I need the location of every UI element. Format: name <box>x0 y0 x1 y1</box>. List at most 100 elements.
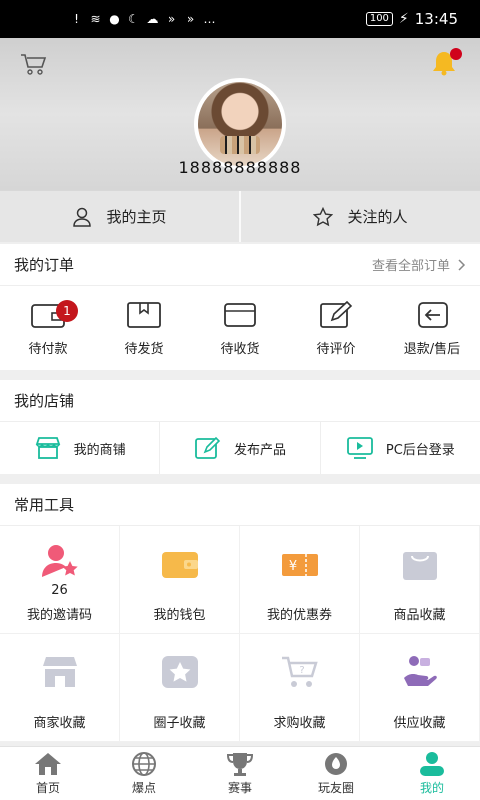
hand-icon <box>403 656 437 686</box>
battery-icon: 100 <box>365 12 393 26</box>
wifi-icon: ≋ <box>90 11 101 26</box>
bell-icon[interactable] <box>430 48 462 76</box>
status-bar: ! ≋ ● ☾ ☁ » » … 100 ⚡ 13:45 <box>0 0 480 38</box>
coupon-icon: ¥ <box>281 554 318 576</box>
tools-grid: 26 我的邀请码 我的钱包 ¥ 我的优惠券 商品收藏 商家收藏 圈子收藏 ? 求… <box>0 526 480 742</box>
order-pending-review-label: 待评价 <box>316 341 356 357</box>
order-pending-review[interactable]: 待评价 <box>288 286 384 370</box>
view-all-label: 查看全部订单 <box>371 259 450 274</box>
nav-home[interactable]: 首页 <box>0 747 96 800</box>
publish-product-button[interactable]: 发布产品 <box>159 422 319 474</box>
user-phone: 18888888888 <box>178 158 302 177</box>
circle-favorites-label: 圈子收藏 <box>153 716 206 731</box>
purchase-favorites-tool[interactable]: ? 求购收藏 <box>240 634 360 742</box>
box-icon <box>127 301 161 328</box>
merchant-favorites-label: 商家收藏 <box>33 716 86 731</box>
cart-icon[interactable] <box>20 52 48 76</box>
profile-tabs: 我的主页 关注的人 <box>0 190 480 242</box>
notification-dot <box>450 48 462 60</box>
following-label: 关注的人 <box>347 208 408 226</box>
clock: 13:45 <box>414 10 458 28</box>
coupon-label: 我的优惠券 <box>266 608 332 623</box>
wallet-icon <box>161 552 198 578</box>
invite-count: 26 <box>51 583 68 598</box>
circle-favorites-tool[interactable]: 圈子收藏 <box>120 634 240 742</box>
pc-admin-login-button[interactable]: PC后台登录 <box>319 422 480 474</box>
nav-home-label: 首页 <box>35 781 60 795</box>
purchase-favorites-label: 求购收藏 <box>273 716 326 731</box>
tools-section: 常用工具 26 我的邀请码 我的钱包 ¥ 我的优惠券 商品收藏 商家收藏 圈子收… <box>0 484 480 742</box>
wallet-tool[interactable]: 我的钱包 <box>120 526 240 634</box>
invite-icon <box>41 545 78 577</box>
order-refund[interactable]: 退款/售后 <box>384 286 480 370</box>
tools-header: 常用工具 <box>0 484 480 526</box>
shop-title: 我的店铺 <box>14 392 75 410</box>
nav-hot-label: 爆点 <box>131 781 156 795</box>
app-icon: » <box>186 11 195 26</box>
bag-icon <box>402 552 437 580</box>
edit-icon <box>195 436 221 459</box>
my-store-button[interactable]: 我的商铺 <box>0 422 159 474</box>
star-outline-icon <box>313 206 334 226</box>
avatar[interactable] <box>194 78 286 170</box>
return-icon <box>418 301 448 328</box>
invite-code-label: 我的邀请码 <box>26 608 92 623</box>
nav-circle-label: 玩友圈 <box>317 781 354 795</box>
shop-row: 我的商铺 发布产品 PC后台登录 <box>0 422 480 474</box>
order-pending-receipt[interactable]: 待收货 <box>192 286 288 370</box>
svg-text:¥: ¥ <box>288 559 296 574</box>
my-homepage-label: 我的主页 <box>106 208 167 226</box>
shop-header: 我的店铺 <box>0 380 480 422</box>
store-icon <box>35 437 60 459</box>
globe-icon <box>132 752 156 776</box>
publish-product-label: 发布产品 <box>233 442 286 458</box>
nav-circle[interactable]: 玩友圈 <box>288 747 384 800</box>
wallet-label: 我的钱包 <box>153 608 206 623</box>
view-all-orders-link[interactable]: 查看全部订单 <box>372 255 466 274</box>
order-pending-shipment-label: 待发货 <box>124 341 164 357</box>
my-store-label: 我的商铺 <box>73 442 126 458</box>
home-icon <box>35 753 61 775</box>
order-refund-label: 退款/售后 <box>403 341 461 357</box>
merchant-favorites-tool[interactable]: 商家收藏 <box>0 634 120 742</box>
star-box-icon <box>161 656 198 688</box>
nav-mine[interactable]: 我的 <box>384 747 480 800</box>
nav-events[interactable]: 赛事 <box>192 747 288 800</box>
following-button[interactable]: 关注的人 <box>239 191 480 242</box>
order-pending-payment[interactable]: 待付款 1 <box>0 286 96 370</box>
nav-events-label: 赛事 <box>227 781 252 795</box>
nav-mine-label: 我的 <box>419 781 444 795</box>
coupon-tool[interactable]: ¥ 我的优惠券 <box>240 526 360 634</box>
orders-header: 我的订单 查看全部订单 <box>0 244 480 286</box>
card-icon <box>224 302 256 327</box>
trophy-icon <box>226 753 254 776</box>
order-count-badge: 1 <box>56 300 78 322</box>
tools-title: 常用工具 <box>14 496 75 514</box>
svg-text:?: ? <box>299 665 304 676</box>
shop-icon <box>42 657 77 687</box>
person-icon <box>420 752 444 776</box>
qq-icon: ● <box>109 11 120 26</box>
status-right: 100 ⚡ 13:45 <box>365 10 458 28</box>
order-pending-receipt-label: 待收货 <box>220 341 260 357</box>
invite-code-tool[interactable]: 26 我的邀请码 <box>0 526 120 634</box>
shop-section: 我的店铺 我的商铺 发布产品 PC后台登录 <box>0 380 480 474</box>
monitor-icon <box>346 437 373 459</box>
moon-icon: ☾ <box>128 11 139 26</box>
charging-icon: ⚡ <box>398 11 409 27</box>
app-icon: » <box>167 11 176 26</box>
product-favorites-tool[interactable]: 商品收藏 <box>360 526 480 634</box>
edit-icon <box>320 300 353 328</box>
pc-admin-login-label: PC后台登录 <box>385 442 455 458</box>
order-pending-shipment[interactable]: 待发货 <box>96 286 192 370</box>
supply-favorites-label: 供应收藏 <box>393 716 446 731</box>
profile-header: 18888888888 <box>0 38 480 190</box>
supply-favorites-tool[interactable]: 供应收藏 <box>360 634 480 742</box>
circle-icon <box>325 753 347 775</box>
order-status-row: 待付款 1 待发货 待收货 待评价 退款/售后 <box>0 286 480 370</box>
my-homepage-button[interactable]: 我的主页 <box>0 191 239 242</box>
orders-title: 我的订单 <box>14 256 75 274</box>
order-pending-payment-label: 待付款 <box>28 341 68 357</box>
orders-section: 我的订单 查看全部订单 待付款 1 待发货 待收货 待评价 退款/售后 <box>0 244 480 370</box>
nav-hot[interactable]: 爆点 <box>96 747 192 800</box>
